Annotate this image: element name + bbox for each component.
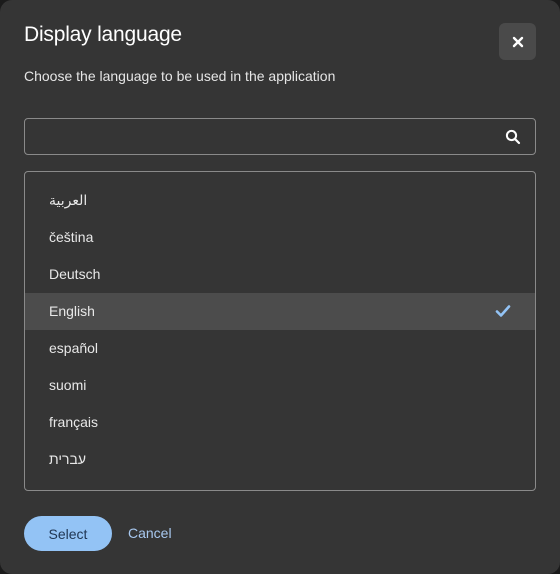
display-language-dialog: Display language Choose the language to …: [0, 0, 560, 574]
search-box[interactable]: [24, 118, 536, 155]
language-label: العربية: [49, 192, 88, 208]
language-label: français: [49, 414, 99, 430]
language-label: čeština: [49, 229, 94, 245]
search-input[interactable]: [25, 119, 495, 154]
check-icon: [495, 305, 511, 317]
language-item-spanish[interactable]: español: [25, 330, 535, 367]
language-label: Deutsch: [49, 266, 101, 282]
language-item-hebrew[interactable]: עברית: [25, 441, 535, 478]
cancel-button[interactable]: Cancel: [128, 516, 172, 551]
language-label: English: [49, 303, 95, 319]
language-item-arabic[interactable]: العربية: [25, 182, 535, 219]
language-item-french[interactable]: français: [25, 404, 535, 441]
language-item-finnish[interactable]: suomi: [25, 367, 535, 404]
language-label: עברית: [49, 451, 87, 467]
language-list[interactable]: العربية čeština Deutsch English español …: [24, 171, 536, 491]
close-icon: [512, 36, 523, 47]
close-button[interactable]: [499, 23, 536, 60]
select-button[interactable]: Select: [24, 516, 112, 551]
language-label: español: [49, 340, 99, 356]
language-item-czech[interactable]: čeština: [25, 219, 535, 256]
language-item-english[interactable]: English: [25, 293, 535, 330]
dialog-subtitle: Choose the language to be used in the ap…: [24, 68, 336, 84]
search-icon[interactable]: [505, 129, 521, 145]
language-item-german[interactable]: Deutsch: [25, 256, 535, 293]
language-label: suomi: [49, 377, 87, 393]
dialog-title: Display language: [24, 23, 182, 46]
